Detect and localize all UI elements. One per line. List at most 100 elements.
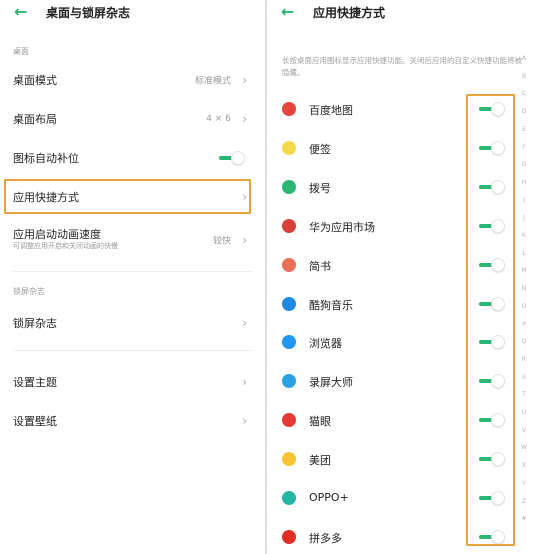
app-name: 猫眼 xyxy=(309,415,331,429)
alphabet-index-letter[interactable]: G xyxy=(519,161,529,168)
app-shortcut-row: 拼多多 xyxy=(267,518,507,554)
section-label-desktop: 桌面 xyxy=(13,47,29,56)
shortcut-description: 长按桌面应用图标显示应用快捷功能。关闭后应用的自定义快捷功能将被隐藏。 xyxy=(282,56,522,77)
desktop-mode-row[interactable]: 桌面模式 标准模式 › xyxy=(0,62,265,98)
alphabet-index-letter[interactable]: K xyxy=(519,232,529,239)
app-name: 华为应用市场 xyxy=(309,220,375,234)
alphabet-index-letter[interactable]: X xyxy=(519,462,529,469)
chevron-right-icon: › xyxy=(242,316,247,330)
app-shortcut-row: 猫眼 xyxy=(267,401,507,439)
alphabet-index-letter[interactable]: W xyxy=(519,444,529,451)
app-shortcut-toggle[interactable] xyxy=(479,452,505,467)
app-name: OPPO+ xyxy=(309,491,349,504)
browser-icon xyxy=(282,335,296,350)
top-bar: ← 应用快捷方式 xyxy=(267,0,534,26)
app-shortcut-row: 美团 xyxy=(267,440,507,478)
notes-icon xyxy=(282,140,296,155)
alphabet-index-letter[interactable]: U xyxy=(519,409,529,416)
app-shortcut-toggle[interactable] xyxy=(479,296,505,311)
app-shortcut-toggle[interactable] xyxy=(479,102,505,116)
app-anim-speed-value: 较快 xyxy=(212,236,231,247)
alphabet-index-letter[interactable]: C xyxy=(519,90,529,97)
app-shortcut-toggle[interactable] xyxy=(479,335,505,350)
pinduoduo-icon xyxy=(282,529,296,544)
app-anim-speed-sub: 可调整应用开启和关闭动画的快慢 xyxy=(13,242,118,250)
app-shortcut-toggle[interactable] xyxy=(479,140,505,155)
section-divider xyxy=(13,350,252,351)
alphabet-index-letter[interactable]: F xyxy=(519,144,529,151)
app-name: 百度地图 xyxy=(309,104,353,117)
desktop-layout-value: 4 × 6 xyxy=(206,114,231,124)
alphabet-index-letter[interactable]: D xyxy=(519,108,529,115)
desktop-mode-value: 标准模式 xyxy=(194,76,231,87)
app-name: 拼多多 xyxy=(309,531,342,545)
chevron-right-icon: › xyxy=(242,190,247,204)
alphabet-index-letter[interactable]: V xyxy=(519,427,529,434)
app-shortcut-row: 浏览器 xyxy=(267,323,507,361)
jianshu-icon xyxy=(282,257,296,272)
app-shortcut-row: 百度地图 xyxy=(267,90,507,128)
alphabet-index-letter[interactable]: Q xyxy=(519,338,529,345)
app-shortcut-toggle[interactable] xyxy=(479,491,505,505)
set-wallpaper-label: 设置壁纸 xyxy=(13,415,57,428)
alphabet-index-letter[interactable]: Y xyxy=(519,480,529,487)
back-arrow-icon[interactable]: ← xyxy=(281,2,294,21)
alphabet-index-letter[interactable]: A xyxy=(519,55,529,62)
app-name: 录屏大师 xyxy=(309,376,353,390)
meituan-icon xyxy=(282,452,296,467)
app-name: 便签 xyxy=(309,142,331,156)
app-shortcut-toggle[interactable] xyxy=(479,218,505,233)
app-shortcut-toggle[interactable] xyxy=(479,257,505,272)
desktop-layout-label: 桌面布局 xyxy=(13,113,57,126)
alphabet-index-letter[interactable]: R xyxy=(519,356,529,363)
app-shortcut-toggle[interactable] xyxy=(479,179,505,194)
icon-autofill-label: 图标自动补位 xyxy=(13,152,79,165)
lockscreen-magazine-row[interactable]: 锁屏杂志 › xyxy=(0,305,265,341)
alphabet-index-letter[interactable]: M xyxy=(519,267,529,274)
top-bar: ← 桌面与锁屏杂志 xyxy=(0,0,265,26)
alphabet-index-letter[interactable]: P xyxy=(519,321,529,328)
section-label-lockscreen: 锁屏杂志 xyxy=(13,287,45,296)
icon-autofill-row: 图标自动补位 xyxy=(0,140,265,176)
alphabet-index-letter[interactable]: O xyxy=(519,303,529,310)
alphabet-index-letter[interactable]: L xyxy=(519,250,529,257)
back-arrow-icon[interactable]: ← xyxy=(14,2,27,21)
app-shortcut-toggle[interactable] xyxy=(479,529,505,544)
page-title: 应用快捷方式 xyxy=(313,6,386,20)
alphabet-index-letter[interactable]: T xyxy=(519,391,529,398)
page-title: 桌面与锁屏杂志 xyxy=(46,6,131,20)
alphabet-index-letter[interactable]: S xyxy=(519,374,529,381)
icon-autofill-toggle[interactable] xyxy=(219,151,245,165)
app-shortcut-row: 华为应用市场 xyxy=(267,207,507,245)
app-shortcuts-row[interactable]: 应用快捷方式 › xyxy=(0,179,265,215)
set-wallpaper-row[interactable]: 设置壁纸 › xyxy=(0,403,265,439)
alphabet-index-letter[interactable]: # xyxy=(519,515,529,522)
alphabet-index-letter[interactable]: J xyxy=(519,214,529,221)
alphabet-index-letter[interactable]: H xyxy=(519,179,529,186)
app-shortcut-toggle[interactable] xyxy=(479,374,505,389)
app-shortcuts-label: 应用快捷方式 xyxy=(13,191,79,204)
baidu-map-icon xyxy=(282,102,296,116)
alphabet-index-letter[interactable]: B xyxy=(519,73,529,80)
app-shortcut-toggle[interactable] xyxy=(479,413,505,428)
app-shortcut-row: 酷狗音乐 xyxy=(267,285,507,323)
section-divider xyxy=(13,271,252,272)
desktop-layout-row[interactable]: 桌面布局 4 × 6 › xyxy=(0,101,265,137)
app-name: 拨号 xyxy=(309,181,331,195)
app-shortcut-row: 简书 xyxy=(267,246,507,284)
chevron-right-icon: › xyxy=(242,233,247,247)
desktop-lockscreen-panel: ← 桌面与锁屏杂志 桌面 桌面模式 标准模式 › 桌面布局 4 × 6 › 图标… xyxy=(0,0,265,554)
alphabet-index-letter[interactable]: Z xyxy=(519,498,529,505)
app-anim-speed-row[interactable]: 应用启动动画速度 可调整应用开启和关闭动画的快慢 较快 › xyxy=(0,221,265,259)
set-theme-row[interactable]: 设置主题 › xyxy=(0,364,265,400)
alphabet-index-letter[interactable]: I xyxy=(519,197,529,204)
alphabet-index-letter[interactable]: E xyxy=(519,126,529,133)
maoyan-icon xyxy=(282,413,296,428)
alphabet-index-letter[interactable]: N xyxy=(519,285,529,292)
huawei-appmarket-icon xyxy=(282,218,296,233)
phone-icon xyxy=(282,179,296,194)
oppo-plus-icon xyxy=(282,491,296,505)
chevron-right-icon: › xyxy=(242,112,247,126)
app-shortcut-row: 便签 xyxy=(267,129,507,167)
app-name: 简书 xyxy=(309,259,331,273)
